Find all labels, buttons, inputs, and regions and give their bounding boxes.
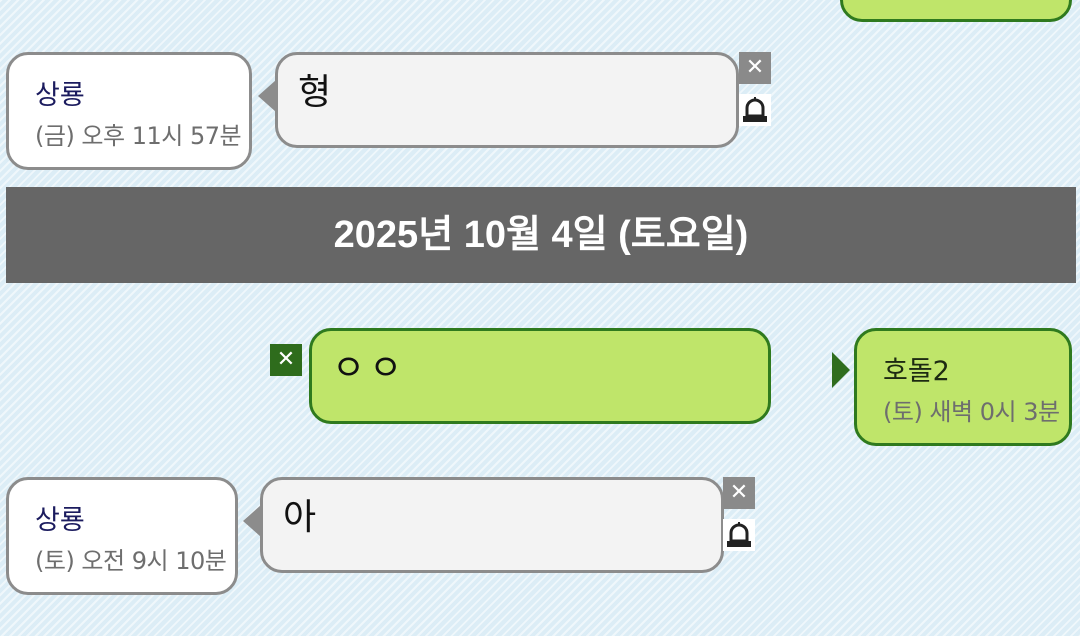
siren-icon[interactable]	[739, 94, 771, 126]
message-bubble[interactable]: ㅇㅇ	[309, 328, 771, 424]
sender-card[interactable]: 호돌2 (토) 새벽 0시 3분	[854, 328, 1072, 446]
sender-name: 상룡	[35, 80, 85, 111]
message-timestamp: (토) 새벽 0시 3분	[883, 398, 1060, 426]
sender-name: 호돌2	[883, 356, 950, 387]
sender-name: 상룡	[35, 505, 85, 536]
message-bubble[interactable]: 아	[260, 477, 724, 573]
message-timestamp: (금) 오후 11시 57분	[35, 122, 242, 150]
sender-card[interactable]: 상룡 (금) 오후 11시 57분	[6, 52, 252, 170]
message-text: ㅇㅇ	[332, 348, 407, 389]
bubble-tail	[258, 80, 276, 112]
siren-icon[interactable]	[723, 519, 755, 551]
message-bubble[interactable]: 형	[275, 52, 739, 148]
date-separator-text: 2025년 10월 4일 (토요일)	[333, 214, 749, 256]
close-icon[interactable]: ✕	[739, 52, 771, 84]
close-icon[interactable]: ✕	[723, 477, 755, 509]
previous-message-bubble	[840, 0, 1072, 22]
message-timestamp: (토) 오전 9시 10분	[35, 547, 227, 575]
close-icon[interactable]: ✕	[270, 344, 302, 376]
message-text: 아	[283, 497, 317, 538]
bubble-tail	[243, 505, 261, 537]
message-text: 형	[298, 72, 332, 113]
bubble-tail	[832, 352, 850, 388]
sender-card[interactable]: 상룡 (토) 오전 9시 10분	[6, 477, 238, 595]
date-separator: 2025년 10월 4일 (토요일)	[6, 187, 1076, 283]
